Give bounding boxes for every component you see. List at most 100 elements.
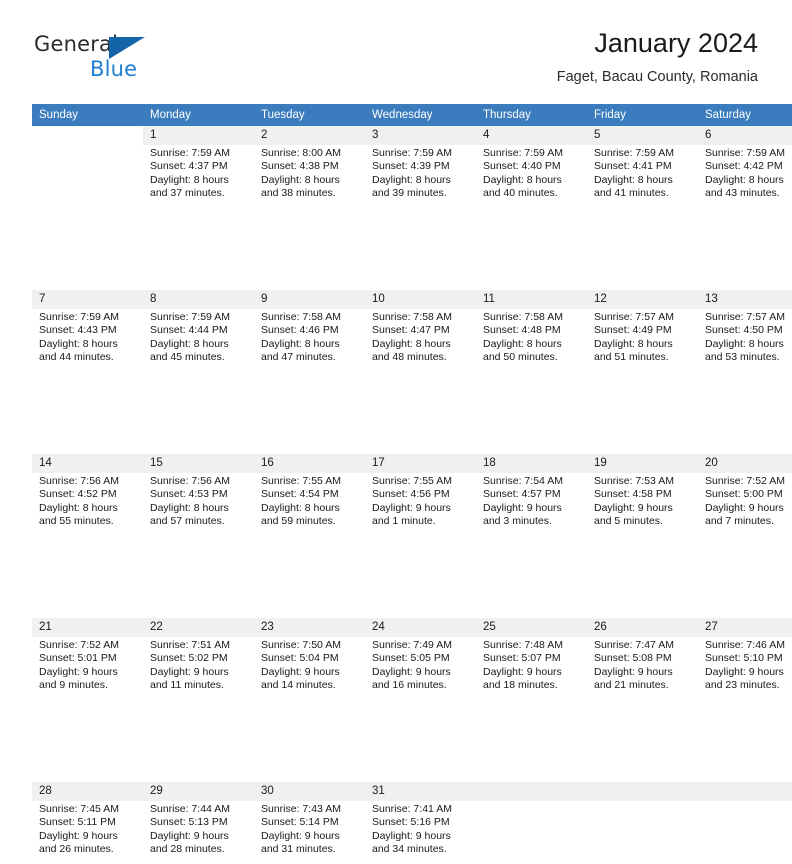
calendar-day-cell[interactable]: 9 Sunrise: 7:58 AM Sunset: 4:46 PM Daylight… — [254, 290, 365, 372]
week-separator-cell — [254, 208, 365, 290]
day-sun-info: Sunrise: 7:50 AM Sunset: 5:04 PM Daylight:… — [254, 637, 365, 693]
day-sun-info: Sunrise: 7:52 AM Sunset: 5:00 PM Daylight:… — [698, 473, 792, 529]
daylight-text-line2: and 16 minutes. — [372, 679, 447, 692]
calendar-day-cell[interactable]: 30 Sunrise: 7:43 AM Sunset: 5:14 PM Dayligh… — [254, 782, 365, 864]
calendar-day-cell[interactable]: 24 Sunrise: 7:49 AM Sunset: 5:05 PM Dayligh… — [365, 618, 476, 700]
week-separator-cell — [32, 208, 143, 290]
week-separator-cell — [587, 208, 698, 290]
week-separator-cell — [32, 372, 143, 454]
calendar-day-cell[interactable] — [587, 782, 698, 864]
calendar-day-cell[interactable]: 1 Sunrise: 7:59 AM Sunset: 4:37 PM Daylight… — [143, 126, 254, 208]
sunrise-text: Sunrise: 7:51 AM — [150, 639, 230, 651]
week-separator-cell — [587, 536, 698, 618]
day-sun-info: Sunrise: 7:44 AM Sunset: 5:13 PM Daylight:… — [143, 801, 254, 857]
daylight-text-line2: and 48 minutes. — [372, 351, 447, 364]
calendar-day-cell[interactable] — [476, 782, 587, 864]
calendar-day-cell[interactable]: 19 Sunrise: 7:53 AM Sunset: 4:58 PM Dayligh… — [587, 454, 698, 536]
calendar-day-cell[interactable]: 23 Sunrise: 7:50 AM Sunset: 5:04 PM Dayligh… — [254, 618, 365, 700]
calendar-day-cell[interactable]: 21 Sunrise: 7:52 AM Sunset: 5:01 PM Dayligh… — [32, 618, 143, 700]
day-number: 27 — [698, 618, 792, 637]
sunrise-text: Sunrise: 7:56 AM — [39, 475, 119, 487]
calendar-day-cell[interactable]: 11 Sunrise: 7:58 AM Sunset: 4:48 PM Dayligh… — [476, 290, 587, 372]
general-blue-logo[interactable]: General Blue — [34, 32, 164, 84]
calendar-day-cell[interactable]: 25 Sunrise: 7:48 AM Sunset: 5:07 PM Dayligh… — [476, 618, 587, 700]
day-number: 29 — [143, 782, 254, 801]
daylight-text-line1: Daylight: 8 hours — [705, 337, 784, 350]
day-sun-info: Sunrise: 7:46 AM Sunset: 5:10 PM Daylight:… — [698, 637, 792, 693]
day-cell-content: 21 Sunrise: 7:52 AM Sunset: 5:01 PM Dayligh… — [32, 618, 143, 700]
calendar-day-cell[interactable]: 7 Sunrise: 7:59 AM Sunset: 4:43 PM Daylight… — [32, 290, 143, 372]
calendar-day-cell[interactable]: 14 Sunrise: 7:56 AM Sunset: 4:52 PM Dayligh… — [32, 454, 143, 536]
week-separator — [32, 372, 792, 454]
calendar-header-row: Sunday Monday Tuesday Wednesday Thursday… — [32, 104, 792, 126]
daylight-text-line2: and 45 minutes. — [150, 351, 225, 364]
sunrise-text: Sunrise: 7:58 AM — [372, 311, 452, 323]
calendar-day-cell[interactable]: 4 Sunrise: 7:59 AM Sunset: 4:40 PM Daylight… — [476, 126, 587, 208]
sunset-text: Sunset: 5:08 PM — [594, 652, 672, 665]
calendar-day-cell[interactable]: 20 Sunrise: 7:52 AM Sunset: 5:00 PM Dayligh… — [698, 454, 792, 536]
day-number: 19 — [587, 454, 698, 473]
calendar-day-cell[interactable]: 31 Sunrise: 7:41 AM Sunset: 5:16 PM Dayligh… — [365, 782, 476, 864]
calendar-day-cell[interactable]: 18 Sunrise: 7:54 AM Sunset: 4:57 PM Dayligh… — [476, 454, 587, 536]
day-cell-content: 13 Sunrise: 7:57 AM Sunset: 4:50 PM Dayligh… — [698, 290, 792, 372]
day-sun-info: Sunrise: 7:51 AM Sunset: 5:02 PM Daylight:… — [143, 637, 254, 693]
daylight-text-line2: and 11 minutes. — [150, 679, 224, 692]
day-sun-info: Sunrise: 7:45 AM Sunset: 5:11 PM Daylight:… — [32, 801, 143, 857]
sunset-text: Sunset: 4:54 PM — [261, 488, 339, 501]
day-number — [698, 782, 792, 801]
day-number: 22 — [143, 618, 254, 637]
daylight-text-line1: Daylight: 9 hours — [39, 829, 118, 842]
calendar-day-cell[interactable] — [698, 782, 792, 864]
day-sun-info: Sunrise: 8:00 AM Sunset: 4:38 PM Daylight:… — [254, 145, 365, 201]
weekday-header-sunday: Sunday — [32, 104, 143, 126]
day-number: 26 — [587, 618, 698, 637]
calendar-day-cell[interactable]: 28 Sunrise: 7:45 AM Sunset: 5:11 PM Dayligh… — [32, 782, 143, 864]
calendar-day-cell[interactable]: 16 Sunrise: 7:55 AM Sunset: 4:54 PM Dayligh… — [254, 454, 365, 536]
calendar-week-row: 1 Sunrise: 7:59 AM Sunset: 4:37 PM Daylight… — [32, 126, 792, 208]
daylight-text-line1: Daylight: 8 hours — [261, 173, 340, 186]
week-separator-cell — [143, 700, 254, 782]
calendar-day-cell[interactable] — [32, 126, 143, 208]
day-sun-info: Sunrise: 7:57 AM Sunset: 4:49 PM Daylight:… — [587, 309, 698, 365]
calendar-day-cell[interactable]: 29 Sunrise: 7:44 AM Sunset: 5:13 PM Dayligh… — [143, 782, 254, 864]
calendar-day-cell[interactable]: 6 Sunrise: 7:59 AM Sunset: 4:42 PM Daylight… — [698, 126, 792, 208]
week-separator-cell — [365, 372, 476, 454]
calendar-day-cell[interactable]: 17 Sunrise: 7:55 AM Sunset: 4:56 PM Dayligh… — [365, 454, 476, 536]
day-number: 23 — [254, 618, 365, 637]
sunrise-text: Sunrise: 7:59 AM — [372, 147, 452, 159]
day-sun-info: Sunrise: 7:41 AM Sunset: 5:16 PM Daylight:… — [365, 801, 476, 857]
day-cell-content: 2 Sunrise: 8:00 AM Sunset: 4:38 PM Daylight… — [254, 126, 365, 208]
week-separator-cell — [698, 208, 792, 290]
day-cell-content: 18 Sunrise: 7:54 AM Sunset: 4:57 PM Dayligh… — [476, 454, 587, 536]
calendar-day-cell[interactable]: 10 Sunrise: 7:58 AM Sunset: 4:47 PM Dayligh… — [365, 290, 476, 372]
daylight-text-line1: Daylight: 9 hours — [372, 829, 451, 842]
day-sun-info: Sunrise: 7:58 AM Sunset: 4:48 PM Daylight:… — [476, 309, 587, 365]
calendar-day-cell[interactable]: 12 Sunrise: 7:57 AM Sunset: 4:49 PM Dayligh… — [587, 290, 698, 372]
sunset-text: Sunset: 5:01 PM — [39, 652, 117, 665]
title-block: January 2024 Faget, Bacau County, Romani… — [557, 26, 758, 86]
day-sun-info: Sunrise: 7:56 AM Sunset: 4:53 PM Daylight:… — [143, 473, 254, 529]
daylight-text-line1: Daylight: 9 hours — [483, 665, 562, 678]
calendar-day-cell[interactable]: 22 Sunrise: 7:51 AM Sunset: 5:02 PM Dayligh… — [143, 618, 254, 700]
sunrise-text: Sunrise: 7:45 AM — [39, 803, 119, 815]
weekday-header-thursday: Thursday — [476, 104, 587, 126]
daylight-text-line2: and 31 minutes. — [261, 843, 336, 856]
calendar-day-cell[interactable]: 15 Sunrise: 7:56 AM Sunset: 4:53 PM Dayligh… — [143, 454, 254, 536]
week-separator-cell — [698, 700, 792, 782]
calendar-day-cell[interactable]: 5 Sunrise: 7:59 AM Sunset: 4:41 PM Daylight… — [587, 126, 698, 208]
calendar-day-cell[interactable]: 27 Sunrise: 7:46 AM Sunset: 5:10 PM Dayligh… — [698, 618, 792, 700]
sunset-text: Sunset: 4:42 PM — [705, 160, 783, 173]
day-cell-content — [698, 782, 792, 864]
day-sun-info: Sunrise: 7:57 AM Sunset: 4:50 PM Daylight:… — [698, 309, 792, 365]
sunrise-text: Sunrise: 7:52 AM — [705, 475, 785, 487]
calendar-day-cell[interactable]: 3 Sunrise: 7:59 AM Sunset: 4:39 PM Daylight… — [365, 126, 476, 208]
daylight-text-line1: Daylight: 8 hours — [372, 337, 451, 350]
calendar-day-cell[interactable]: 2 Sunrise: 8:00 AM Sunset: 4:38 PM Daylight… — [254, 126, 365, 208]
daylight-text-line2: and 18 minutes. — [483, 679, 558, 692]
sunrise-text: Sunrise: 7:50 AM — [261, 639, 341, 651]
calendar-day-cell[interactable]: 13 Sunrise: 7:57 AM Sunset: 4:50 PM Dayligh… — [698, 290, 792, 372]
day-sun-info: Sunrise: 7:55 AM Sunset: 4:56 PM Daylight:… — [365, 473, 476, 529]
calendar-day-cell[interactable]: 8 Sunrise: 7:59 AM Sunset: 4:44 PM Daylight… — [143, 290, 254, 372]
daylight-text-line2: and 55 minutes. — [39, 515, 114, 528]
calendar-day-cell[interactable]: 26 Sunrise: 7:47 AM Sunset: 5:08 PM Dayligh… — [587, 618, 698, 700]
